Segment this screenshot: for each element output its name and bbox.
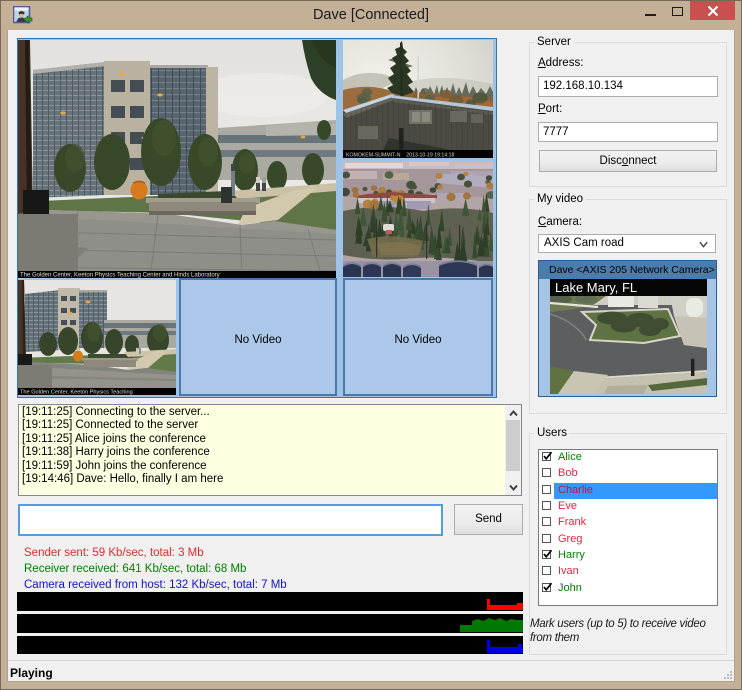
- svg-text:Lake Mary, FL: Lake Mary, FL: [555, 280, 637, 295]
- svg-text:KOMOKEM-SUMMIT-N 2013-10-19: KOMOKEM-SUMMIT-N 2013-10-19 19:14:18: [346, 152, 455, 158]
- svg-text:The Golden Center, Keeton Phys: The Golden Center, Keeton Physics Teachi…: [20, 389, 133, 395]
